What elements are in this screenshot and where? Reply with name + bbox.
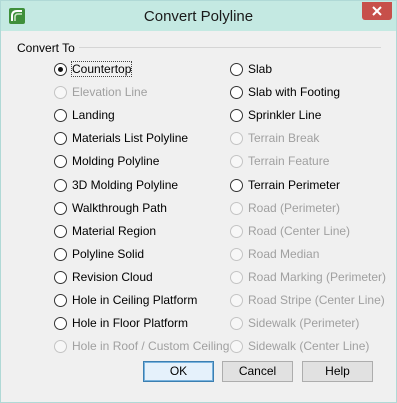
radio-option: Road (Center Line)	[230, 223, 350, 239]
radio-option[interactable]: Material Region	[54, 223, 156, 239]
radio-button-icon[interactable]	[230, 62, 243, 76]
radio-button-icon[interactable]	[54, 316, 67, 330]
radio-option: Road Stripe (Center Line)	[230, 292, 385, 308]
radio-option-label: Hole in Roof / Custom Ceiling	[72, 339, 230, 353]
radio-option[interactable]: Countertop	[54, 61, 133, 77]
radio-option-label: Hole in Ceiling Platform	[72, 293, 198, 307]
radio-option-label: Hole in Floor Platform	[72, 316, 189, 330]
window-title: Convert Polyline	[143, 8, 254, 25]
group-label: Convert To	[17, 41, 75, 55]
radio-option-label: Walkthrough Path	[72, 201, 167, 215]
radio-button-icon[interactable]	[54, 224, 67, 238]
radio-option-label: Molding Polyline	[72, 154, 160, 168]
radio-button-icon	[230, 154, 243, 168]
radio-option-label: Landing	[72, 108, 115, 122]
group-divider	[79, 47, 381, 48]
radio-button-icon[interactable]	[54, 201, 67, 215]
radio-option-label: Slab	[248, 62, 273, 76]
radio-button-icon[interactable]	[230, 178, 243, 192]
radio-button-icon[interactable]	[54, 270, 67, 284]
radio-button-icon	[54, 85, 67, 99]
radio-button-icon[interactable]	[54, 108, 67, 122]
radio-option-label: Road Stripe (Center Line)	[248, 293, 385, 307]
radio-button-icon[interactable]	[54, 178, 67, 192]
radio-button-icon[interactable]	[54, 293, 67, 307]
radio-option-label: Elevation Line	[72, 85, 148, 99]
radio-option-label: Sprinkler Line	[248, 108, 322, 122]
radio-button-icon	[230, 339, 243, 353]
radio-option-label: Road Marking (Perimeter)	[248, 270, 387, 284]
close-icon	[372, 6, 382, 16]
radio-option[interactable]: Polyline Solid	[54, 246, 144, 262]
radio-button-icon[interactable]	[230, 108, 243, 122]
radio-option-label: Materials List Polyline	[72, 131, 189, 145]
radio-option-label: Polyline Solid	[72, 247, 145, 261]
radio-button-icon	[230, 316, 243, 330]
close-button[interactable]	[362, 2, 392, 20]
radio-button-icon	[230, 247, 243, 261]
radio-option-label: Slab with Footing	[248, 85, 341, 99]
radio-option-label: Terrain Feature	[248, 154, 330, 168]
radio-button-icon[interactable]	[230, 85, 243, 99]
radio-option[interactable]: 3D Molding Polyline	[54, 177, 178, 193]
radio-option: Sidewalk (Center Line)	[230, 338, 369, 354]
convert-polyline-dialog: Convert Polyline Convert To Countertop El…	[0, 0, 397, 403]
radio-option[interactable]: Sprinkler Line	[230, 107, 321, 123]
radio-option-label: Countertop	[70, 61, 133, 77]
radio-button-icon	[54, 339, 67, 353]
radio-button-icon	[230, 201, 243, 215]
radio-option-label: Road (Center Line)	[248, 224, 351, 238]
radio-button-icon[interactable]	[54, 131, 67, 145]
title-bar[interactable]: Convert Polyline	[1, 1, 396, 31]
radio-option-label: Revision Cloud	[72, 270, 153, 284]
radio-option[interactable]: Landing	[54, 107, 115, 123]
radio-option-label: 3D Molding Polyline	[72, 178, 179, 192]
radio-option-label: Road (Perimeter)	[248, 201, 341, 215]
help-button[interactable]: Help	[302, 361, 373, 382]
radio-option: Road Median	[230, 246, 319, 262]
radio-option: Road (Perimeter)	[230, 200, 340, 216]
radio-option[interactable]: Materials List Polyline	[54, 130, 188, 146]
radio-option: Elevation Line	[54, 84, 147, 100]
ok-button[interactable]: OK	[143, 361, 214, 382]
radio-option: Terrain Feature	[230, 153, 329, 169]
radio-option-label: Sidewalk (Perimeter)	[248, 316, 360, 330]
radio-option[interactable]: Molding Polyline	[54, 153, 159, 169]
radio-button-icon	[230, 224, 243, 238]
radio-option: Hole in Roof / Custom Ceiling	[54, 338, 229, 354]
radio-option[interactable]: Slab with Footing	[230, 84, 340, 100]
cancel-button[interactable]: Cancel	[222, 361, 293, 382]
radio-button-icon[interactable]	[54, 247, 67, 261]
radio-option[interactable]: Terrain Perimeter	[230, 177, 340, 193]
radio-option[interactable]: Revision Cloud	[54, 269, 153, 285]
radio-option-label: Terrain Break	[248, 131, 320, 145]
radio-option: Sidewalk (Perimeter)	[230, 315, 359, 331]
radio-button-icon[interactable]	[54, 154, 67, 168]
radio-option-label: Sidewalk (Center Line)	[248, 339, 370, 353]
radio-option[interactable]: Walkthrough Path	[54, 200, 167, 216]
radio-button-icon	[230, 270, 243, 284]
radio-option: Terrain Break	[230, 130, 319, 146]
radio-option[interactable]: Slab	[230, 61, 272, 77]
radio-option[interactable]: Hole in Ceiling Platform	[54, 292, 197, 308]
radio-button-icon	[230, 293, 243, 307]
radio-option: Road Marking (Perimeter)	[230, 269, 386, 285]
radio-option-label: Road Median	[248, 247, 320, 261]
radio-option-label: Material Region	[72, 224, 157, 238]
radio-button-icon[interactable]	[54, 62, 67, 76]
dialog-body: Convert To Countertop Elevation Line Landi…	[7, 31, 390, 395]
radio-option[interactable]: Hole in Floor Platform	[54, 315, 188, 331]
radio-option-label: Terrain Perimeter	[248, 178, 341, 192]
radio-button-icon	[230, 131, 243, 145]
